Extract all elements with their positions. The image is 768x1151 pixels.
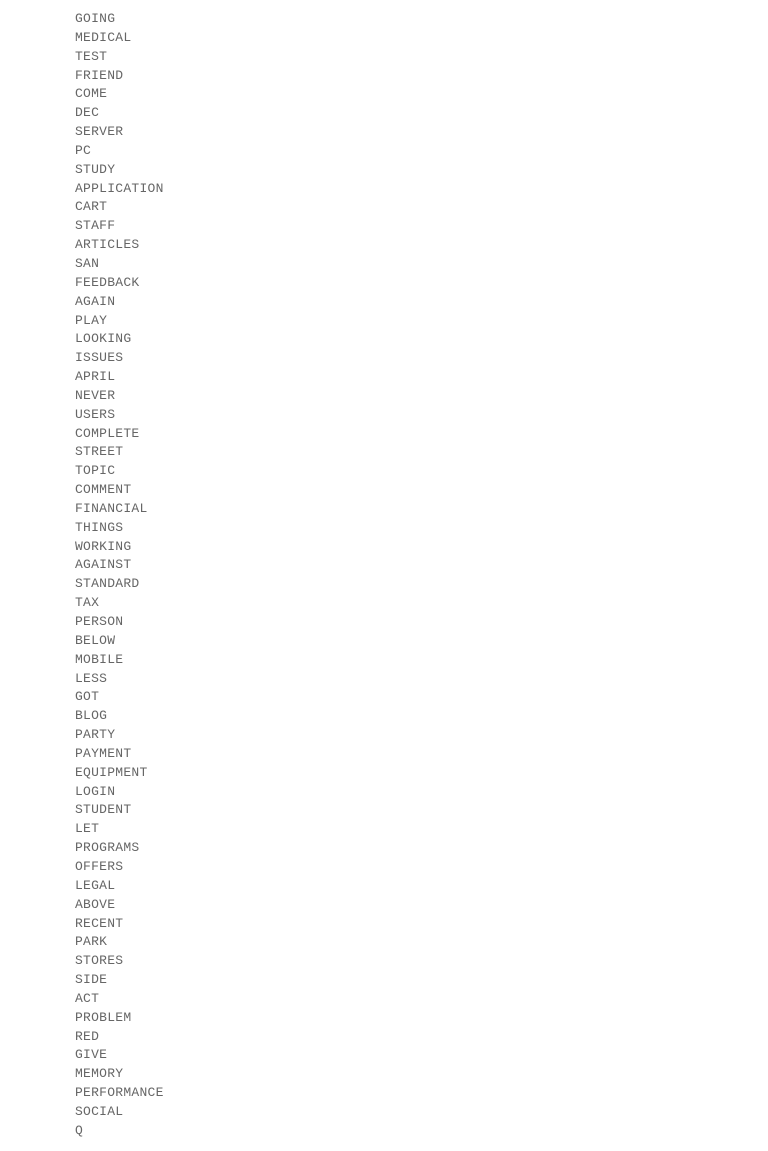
list-item: LET <box>75 820 693 839</box>
list-item: ISSUES <box>75 349 693 368</box>
list-item: STUDY <box>75 161 693 180</box>
list-item: PARK <box>75 933 693 952</box>
list-item: APPLICATION <box>75 180 693 199</box>
list-item: TAX <box>75 594 693 613</box>
list-item: BELOW <box>75 632 693 651</box>
list-item: PC <box>75 142 693 161</box>
list-item: FINANCIAL <box>75 500 693 519</box>
list-item: SAN <box>75 255 693 274</box>
list-item: APRIL <box>75 368 693 387</box>
list-item: CART <box>75 198 693 217</box>
list-item: MEMORY <box>75 1065 693 1084</box>
list-item: STANDARD <box>75 575 693 594</box>
list-item: PERFORMANCE <box>75 1084 693 1103</box>
list-item: AGAINST <box>75 556 693 575</box>
list-item: THINGS <box>75 519 693 538</box>
list-item: SIDE <box>75 971 693 990</box>
list-item: PERSON <box>75 613 693 632</box>
list-item: BLOG <box>75 707 693 726</box>
list-item: SERVER <box>75 123 693 142</box>
list-item: GOING <box>75 10 693 29</box>
list-item: AGAIN <box>75 293 693 312</box>
list-item: EQUIPMENT <box>75 764 693 783</box>
list-item: PLAY <box>75 312 693 331</box>
list-item: PAYMENT <box>75 745 693 764</box>
list-item: COMMENT <box>75 481 693 500</box>
list-item: LESS <box>75 670 693 689</box>
list-item: STAFF <box>75 217 693 236</box>
list-item: STUDENT <box>75 801 693 820</box>
list-item: RECENT <box>75 915 693 934</box>
list-item: COME <box>75 85 693 104</box>
list-item: FRIEND <box>75 67 693 86</box>
list-item: Q <box>75 1122 693 1141</box>
list-item: STREET <box>75 443 693 462</box>
word-list: GOINGMEDICALTESTFRIENDCOMEDECSERVERPCSTU… <box>75 10 693 1141</box>
list-item: GOT <box>75 688 693 707</box>
list-item: COMPLETE <box>75 425 693 444</box>
list-item: LEGAL <box>75 877 693 896</box>
list-item: LOGIN <box>75 783 693 802</box>
list-item: FEEDBACK <box>75 274 693 293</box>
list-item: MEDICAL <box>75 29 693 48</box>
list-item: PARTY <box>75 726 693 745</box>
list-item: GIVE <box>75 1046 693 1065</box>
list-item: STORES <box>75 952 693 971</box>
list-item: LOOKING <box>75 330 693 349</box>
list-item: PROGRAMS <box>75 839 693 858</box>
list-item: RED <box>75 1028 693 1047</box>
list-item: NEVER <box>75 387 693 406</box>
list-item: SOCIAL <box>75 1103 693 1122</box>
list-item: USERS <box>75 406 693 425</box>
list-item: MOBILE <box>75 651 693 670</box>
list-item: TOPIC <box>75 462 693 481</box>
list-item: ACT <box>75 990 693 1009</box>
list-item: ARTICLES <box>75 236 693 255</box>
list-item: OFFERS <box>75 858 693 877</box>
list-item: TEST <box>75 48 693 67</box>
list-item: DEC <box>75 104 693 123</box>
list-item: ABOVE <box>75 896 693 915</box>
list-item: WORKING <box>75 538 693 557</box>
list-item: PROBLEM <box>75 1009 693 1028</box>
